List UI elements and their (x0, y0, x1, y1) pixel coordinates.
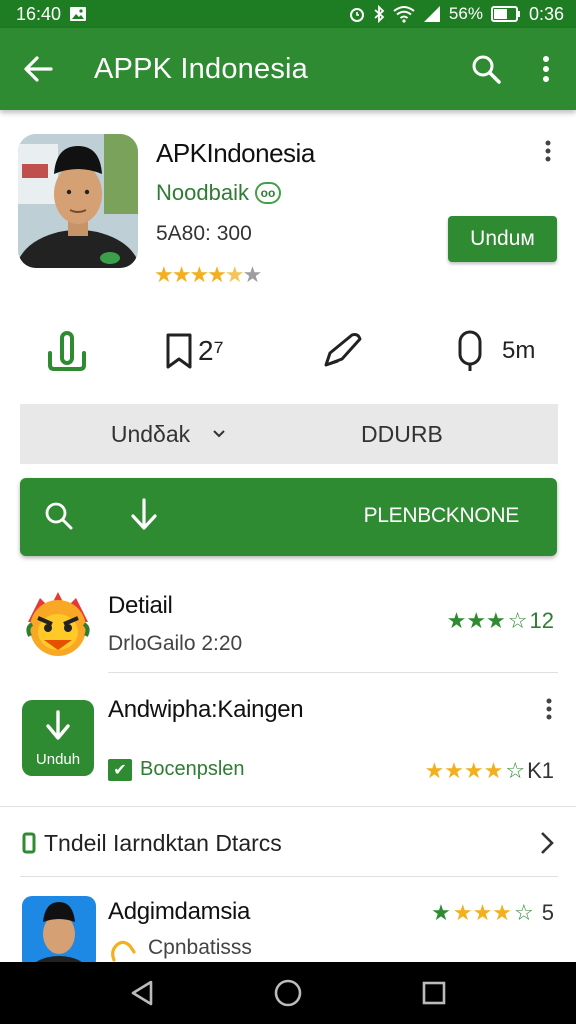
rating-count: 5 (541, 900, 554, 925)
list-item[interactable]: Adgimdamsia Cpnbatisss ★ ★★★ ☆ 5 (0, 888, 576, 962)
developer-name: Noodbaik (156, 180, 249, 205)
app-icon[interactable] (18, 134, 138, 268)
status-time-left: 16:40 (16, 3, 62, 24)
list-item[interactable]: Detiail DrloGailo 2:20 ★★★ ☆ 12 (0, 580, 576, 672)
status-time-right: 0:36 (528, 3, 564, 24)
bookmark-count: 2⁷ (198, 335, 224, 366)
star-outline-icon: ☆ (507, 608, 528, 633)
bluetooth-icon (374, 5, 385, 23)
edit-action[interactable] (320, 320, 364, 382)
gallery-notification-icon (70, 7, 87, 21)
system-nav-bar (0, 962, 576, 1024)
phone-icon (458, 330, 482, 371)
filter-bar: Undδak DDURB (20, 404, 558, 464)
list-item-rating: ★★★★ ☆ K1 (424, 758, 554, 784)
install-button[interactable]: Unduм (448, 216, 557, 262)
size-info: 5m (456, 320, 535, 382)
nav-back-icon[interactable] (129, 979, 155, 1007)
unduh-app-icon: Unduh (22, 700, 94, 776)
star-icon: ★ (431, 900, 451, 925)
person-app-icon (22, 896, 96, 962)
star-outline-icon: ☆ (505, 758, 526, 783)
verified-badge: ✔ Bocenpslen (108, 758, 245, 781)
more-vert-icon (545, 140, 551, 162)
app-name: APKIndonesia (156, 138, 315, 168)
list-item[interactable]: Unduh Andwipha:Kaingen ✔ Bocenpslen ★★★★… (0, 684, 576, 794)
list-item-title: Detiail (108, 592, 173, 619)
alarm-icon (349, 8, 364, 22)
nav-home-icon[interactable] (273, 978, 303, 1008)
bar-label: PLENBCKNONE (363, 504, 520, 527)
list-item-subtitle: DrloGailo 2:20 (108, 632, 243, 655)
app-rating-stars: ★★★★★★ (154, 262, 262, 287)
app-bar-title: APPK Indonesia (94, 52, 308, 85)
filter-dropdown-label: Undδak (110, 420, 191, 447)
phone-small-icon (22, 832, 36, 854)
star-icon: ★★★ (446, 608, 506, 633)
list-item-rating: ★★★ ☆ 12 (447, 608, 554, 634)
app-meta: 5A80: 300 (156, 222, 252, 245)
app-bar: APPK Indonesia (0, 28, 576, 110)
filter-right-label: DDURB (361, 420, 443, 447)
chevron-right-icon (541, 832, 554, 854)
star-icon: ★★★ (452, 900, 513, 925)
angry-bird-app-icon (26, 592, 90, 656)
rating-count: K1 (527, 758, 554, 783)
wifi-icon (393, 6, 415, 23)
divider (108, 672, 558, 673)
details-link-label: Tndeil Iarndktan Dtarcs (44, 829, 282, 856)
battery-percent: 56% (448, 4, 483, 23)
bar-download-button[interactable] (128, 498, 160, 537)
list-item-subtitle: Cpnbatisss (148, 936, 252, 959)
details-link-row[interactable]: Tndeil Iarndktan Dtarcs (0, 818, 576, 868)
unduh-icon-label: Unduh (35, 751, 81, 768)
signal-icon (423, 6, 440, 22)
divider (0, 806, 576, 807)
verified-label: Bocenpslen (140, 758, 245, 780)
search-icon (472, 55, 501, 84)
developer-link[interactable]: Noodbaik oo (156, 180, 281, 206)
app-icon-image (18, 134, 138, 268)
pen-icon (324, 333, 362, 367)
check-icon: ✔ (108, 758, 132, 781)
bar-search-button[interactable] (44, 500, 74, 537)
download-action[interactable] (46, 320, 88, 382)
hand-icon (111, 940, 136, 962)
filter-tab-right[interactable]: DDURB (289, 421, 558, 448)
more-vert-icon[interactable] (546, 698, 552, 720)
battery-icon (490, 6, 520, 22)
list-item-title: Andwipha:Kaingen (108, 696, 304, 723)
filter-dropdown[interactable]: Undδak (20, 421, 289, 448)
rating-count: 12 (529, 608, 554, 633)
size-label: 5m (502, 337, 536, 364)
bookmark-icon (166, 333, 192, 369)
list-item-title: Adgimdamsia (108, 898, 251, 925)
nav-recents-icon[interactable] (421, 980, 447, 1006)
star-icon: ★★★★ (424, 758, 504, 783)
download-arrow-icon (46, 710, 70, 740)
download-icon (48, 331, 86, 371)
chevron-down-icon (213, 430, 225, 438)
app-overflow-menu[interactable] (538, 136, 558, 166)
back-arrow-icon (24, 56, 53, 82)
list-item-rating: ★ ★★★ ☆ 5 (431, 900, 554, 926)
search-button[interactable] (456, 28, 516, 110)
developer-badge-icon: oo (254, 182, 281, 204)
bookmark-action[interactable]: 2⁷ (164, 320, 224, 382)
back-button[interactable] (0, 28, 76, 110)
green-action-bar[interactable]: PLENBCKNONE (20, 478, 557, 556)
app-action-row: 2⁷ 5m (0, 320, 576, 382)
overflow-menu-button[interactable] (516, 28, 576, 110)
search-icon (45, 502, 73, 530)
status-bar: 16:40 56% 0:36 (0, 0, 576, 28)
download-arrow-icon (131, 498, 157, 530)
app-header: APKIndonesia Noodbaik oo 5A80: 300 ★★★★★… (0, 128, 576, 288)
star-outline-icon: ☆ (514, 900, 534, 925)
more-vert-icon (543, 56, 549, 82)
divider (20, 876, 558, 877)
